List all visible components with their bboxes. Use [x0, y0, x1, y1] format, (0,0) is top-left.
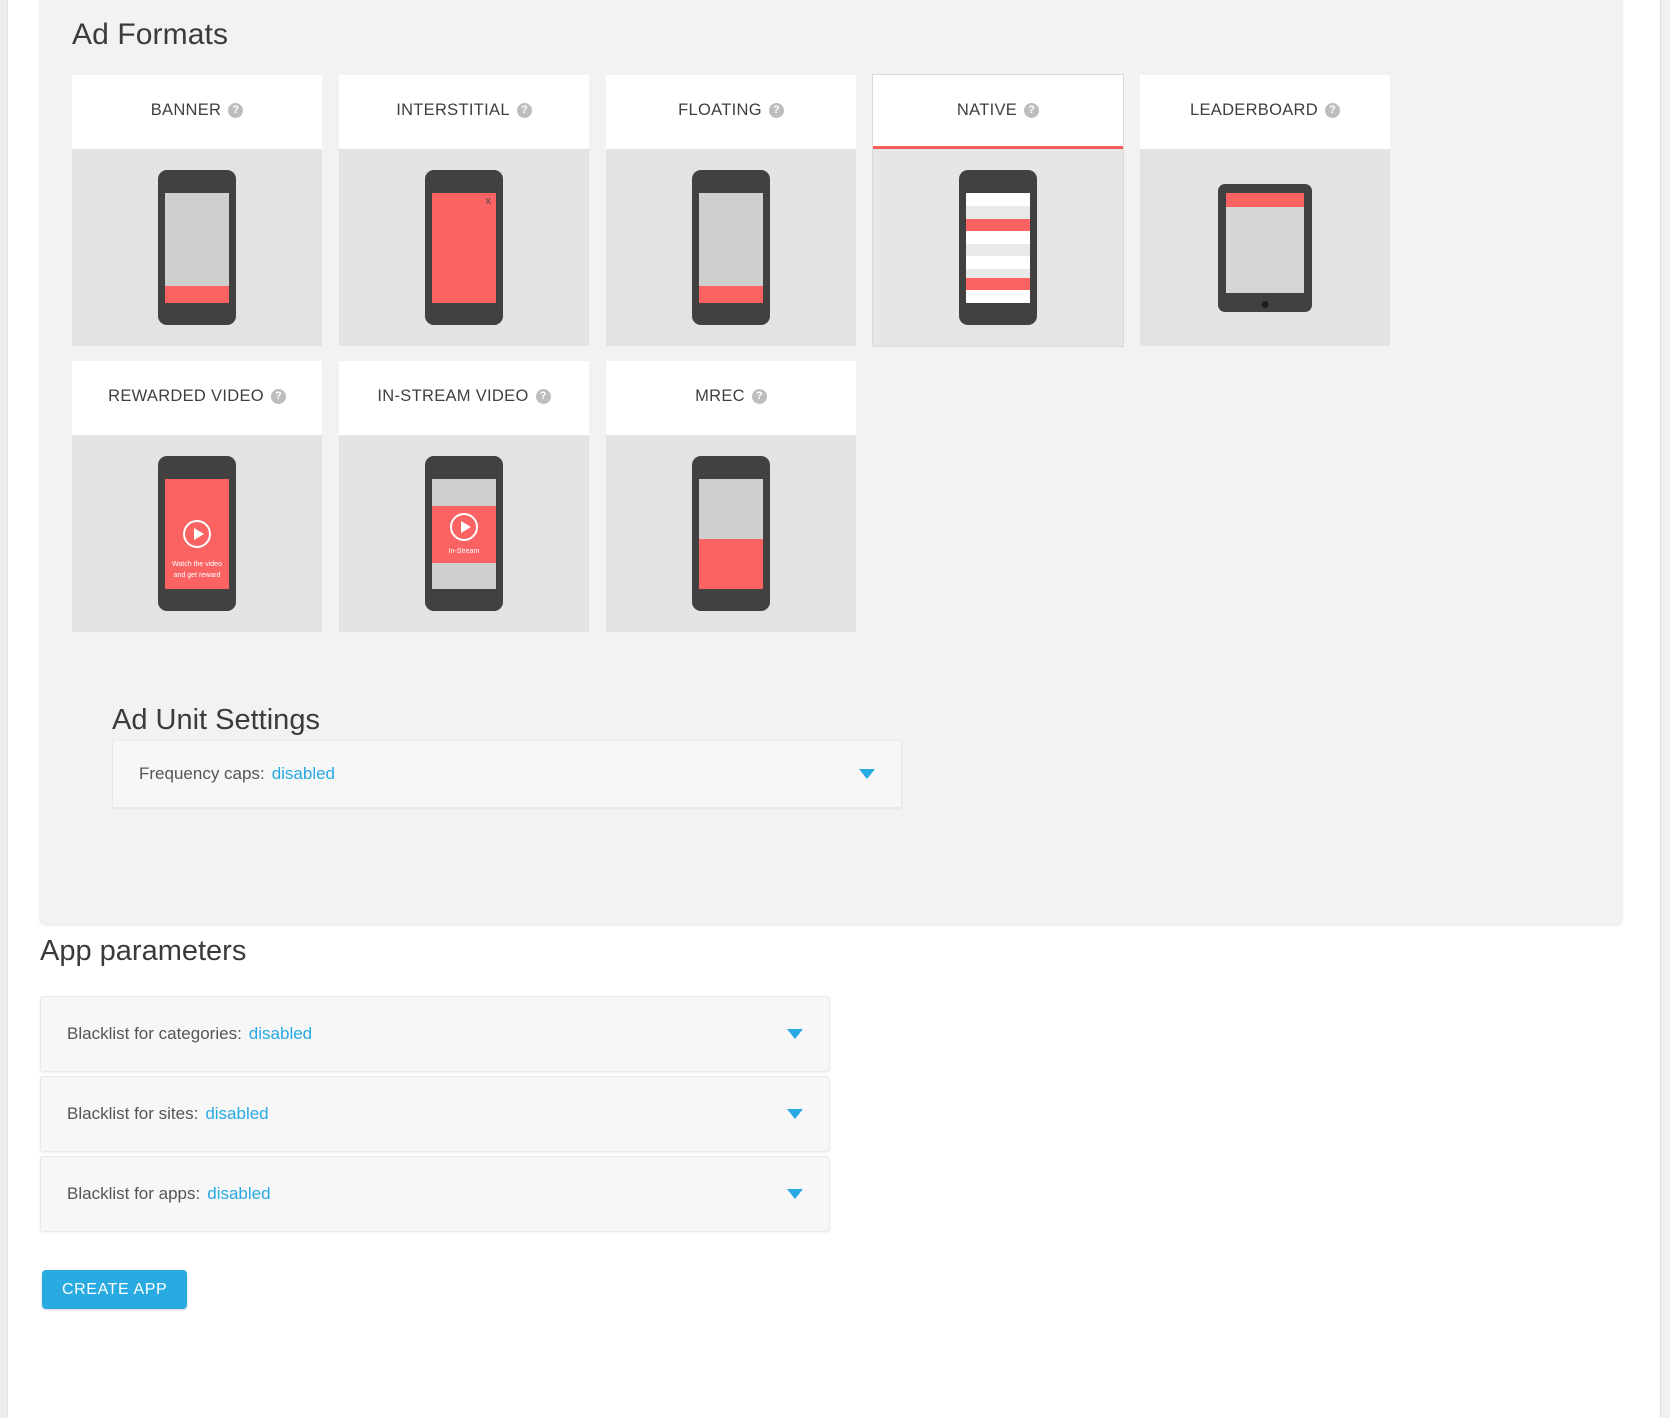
play-icon [450, 513, 478, 541]
help-circle-icon[interactable]: ? [228, 103, 244, 118]
ad-formats-title: Ad Formats [72, 18, 229, 51]
banner-strip [165, 286, 229, 303]
rewarded-caption-line1: Watch the video [172, 561, 222, 568]
ad-format-label: LEADERBOARD [1189, 101, 1318, 119]
help-circle-icon[interactable]: ? [1325, 103, 1340, 118]
ad-format-card-rewarded-video[interactable]: REWARDED VIDEO ? Watch the video and get… [72, 361, 322, 632]
blacklist-for-categories-label: Blacklist for categories: [67, 1024, 242, 1043]
instream-caption: In-Stream [448, 548, 480, 555]
ad-unit-settings-title: Ad Unit Settings [112, 704, 320, 736]
ad-format-label: NATIVE [956, 101, 1018, 119]
leaderboard-strip [1226, 192, 1304, 207]
phone-mockup [692, 456, 770, 611]
help-circle-icon[interactable]: ? [1024, 103, 1040, 118]
ad-format-card-native[interactable]: NATIVE ? [873, 75, 1123, 346]
ad-format-header-native: NATIVE ? [873, 75, 1123, 149]
ad-format-card-floating[interactable]: FLOATING ? [606, 75, 856, 346]
ad-format-card-in-stream-video[interactable]: IN-STREAM VIDEO ? In-Stream [339, 361, 589, 632]
ad-format-header-in-stream-video: IN-STREAM VIDEO ? [339, 361, 589, 435]
phone-mockup [959, 170, 1037, 325]
help-circle-icon[interactable]: ? [516, 103, 532, 118]
ad-format-card-banner[interactable]: BANNER ? [72, 75, 322, 346]
caret-down-icon[interactable] [859, 769, 875, 779]
ad-format-header-floating: FLOATING ? [606, 75, 856, 149]
blacklist-for-categories-row[interactable]: Blacklist for categories: disabled [40, 996, 830, 1072]
ad-format-label: MREC [695, 387, 745, 405]
left-gutter [0, 0, 8, 1418]
help-circle-icon[interactable]: ? [535, 389, 551, 404]
tablet-screen [1226, 192, 1304, 293]
vertical-scrollbar[interactable] [1660, 0, 1670, 1418]
page-root: Ad Formats BANNER ? INTERSTITIAL ? x FLO… [0, 0, 1670, 1418]
help-circle-icon[interactable]: ? [768, 103, 784, 118]
caret-down-icon[interactable] [787, 1109, 803, 1119]
blacklist-for-sites-value[interactable]: disabled [205, 1104, 268, 1124]
phone-screen [966, 193, 1030, 303]
floating-strip [699, 286, 763, 303]
create-app-button[interactable]: CREATE APP [42, 1270, 188, 1309]
phone-screen [699, 193, 763, 303]
ad-format-header-mrec: MREC ? [606, 361, 856, 435]
ad-format-preview-mrec [606, 435, 856, 632]
ad-format-preview-interstitial: x [339, 149, 589, 346]
home-button-icon [1261, 300, 1269, 308]
ad-format-label: IN-STREAM VIDEO [377, 387, 529, 405]
ad-format-preview-floating [606, 149, 856, 346]
ad-format-preview-in-stream-video: In-Stream [339, 435, 589, 632]
ad-formats-grid: BANNER ? INTERSTITIAL ? x FLOATING ? NAT… [72, 75, 1472, 647]
ad-formats-row-1: BANNER ? INTERSTITIAL ? x FLOATING ? NAT… [72, 75, 1472, 346]
help-circle-icon[interactable]: ? [751, 389, 767, 404]
blacklist-for-sites-row[interactable]: Blacklist for sites: disabled [40, 1076, 830, 1152]
ad-format-header-banner: BANNER ? [72, 75, 322, 149]
close-icon: x [485, 195, 492, 207]
ad-format-card-leaderboard[interactable]: LEADERBOARD ? [1140, 75, 1390, 346]
phone-mockup: Watch the video and get reward [158, 456, 236, 611]
frequency-caps-row[interactable]: Frequency caps: disabled [112, 740, 902, 808]
mrec-strip [699, 539, 763, 589]
ad-format-preview-rewarded-video: Watch the video and get reward [72, 435, 322, 632]
help-circle-icon[interactable]: ? [270, 389, 286, 404]
ad-format-header-leaderboard: LEADERBOARD ? [1140, 75, 1390, 149]
phone-screen: Watch the video and get reward [165, 479, 229, 589]
ad-format-card-interstitial[interactable]: INTERSTITIAL ? x [339, 75, 589, 346]
blacklist-for-apps-label: Blacklist for apps: [67, 1184, 201, 1203]
phone-mockup: x [425, 170, 503, 325]
frequency-caps-label: Frequency caps: [139, 764, 265, 783]
ad-format-header-rewarded-video: REWARDED VIDEO ? [72, 361, 322, 435]
ad-format-preview-leaderboard [1140, 149, 1390, 346]
ad-format-preview-banner [72, 149, 322, 346]
ad-format-preview-native [873, 149, 1123, 346]
ad-format-card-mrec[interactable]: MREC ? [606, 361, 856, 632]
frequency-caps-value[interactable]: disabled [272, 764, 335, 784]
blacklist-for-apps-row[interactable]: Blacklist for apps: disabled [40, 1156, 830, 1232]
ad-format-label: INTERSTITIAL [396, 101, 510, 119]
ad-format-label: REWARDED VIDEO [108, 387, 264, 405]
play-icon [183, 520, 211, 548]
caret-down-icon[interactable] [787, 1189, 803, 1199]
phone-mockup: In-Stream [425, 456, 503, 611]
phone-screen: In-Stream [432, 479, 496, 589]
phone-screen [699, 479, 763, 589]
ad-format-label: BANNER [150, 101, 222, 119]
ad-formats-row-2: REWARDED VIDEO ? Watch the video and get… [72, 361, 1472, 632]
app-parameters-title: App parameters [40, 935, 247, 967]
tablet-mockup [1218, 183, 1312, 312]
blacklist-for-apps-value[interactable]: disabled [207, 1184, 270, 1204]
phone-screen [165, 193, 229, 303]
phone-screen: x [432, 193, 496, 303]
rewarded-caption-line2: and get reward [173, 572, 221, 579]
ad-formats-panel: Ad Formats BANNER ? INTERSTITIAL ? x FLO… [40, 0, 1622, 924]
ad-format-header-interstitial: INTERSTITIAL ? [339, 75, 589, 149]
blacklist-for-categories-value[interactable]: disabled [249, 1024, 312, 1044]
ad-format-label: FLOATING [678, 101, 762, 119]
phone-mockup [158, 170, 236, 325]
blacklist-for-sites-label: Blacklist for sites: [67, 1104, 199, 1123]
rewarded-caption: Watch the video and get reward [165, 559, 229, 581]
caret-down-icon[interactable] [787, 1029, 803, 1039]
phone-mockup [692, 170, 770, 325]
